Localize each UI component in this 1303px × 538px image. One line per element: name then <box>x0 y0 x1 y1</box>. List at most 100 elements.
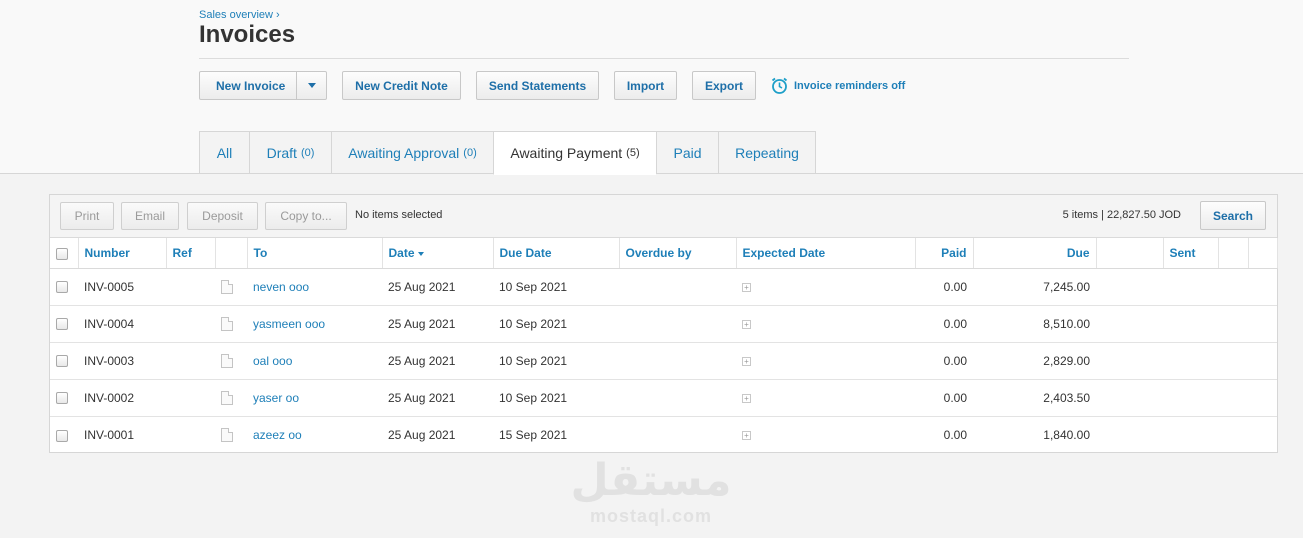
invoice-sent <box>1163 379 1218 417</box>
invoice-contact-link[interactable]: oal ooo <box>247 342 382 380</box>
invoice-ref <box>166 305 215 343</box>
invoice-overdue-by <box>619 342 736 380</box>
tab-all[interactable]: All <box>199 131 249 174</box>
tab-awaiting-approval-count: (0) <box>463 146 477 159</box>
tab-repeating[interactable]: Repeating <box>718 131 816 174</box>
invoice-number[interactable]: INV-0001 <box>78 416 166 453</box>
invoice-date: 25 Aug 2021 <box>382 268 493 306</box>
invoice-sent <box>1163 342 1218 380</box>
invoice-paid: 0.00 <box>915 305 973 343</box>
invoice-reminders-link[interactable]: Invoice reminders off <box>770 76 905 95</box>
chevron-down-icon <box>308 83 316 88</box>
column-paid[interactable]: Paid <box>915 238 974 269</box>
column-due[interactable]: Due <box>973 238 1097 269</box>
column-overdue-by[interactable]: Overdue by <box>619 238 737 269</box>
invoice-contact-link[interactable]: azeez oo <box>247 416 382 453</box>
status-tabs: All Draft (0) Awaiting Approval (0) Awai… <box>199 131 816 175</box>
invoice-contact-link[interactable]: yaser oo <box>247 379 382 417</box>
tab-draft-count: (0) <box>300 146 315 159</box>
add-expected-date-icon[interactable]: + <box>742 282 751 292</box>
invoice-due-date: 10 Sep 2021 <box>493 342 619 380</box>
invoice-number[interactable]: INV-0004 <box>78 305 166 343</box>
document-icon <box>221 428 233 443</box>
add-expected-date-icon[interactable]: + <box>742 393 751 403</box>
tab-paid-label: Paid <box>673 144 702 161</box>
row-checkbox[interactable] <box>56 281 68 294</box>
document-icon <box>221 316 233 331</box>
new-invoice-label: New Invoice <box>216 78 286 93</box>
invoice-due-date: 10 Sep 2021 <box>493 379 619 417</box>
tab-draft[interactable]: Draft (0) <box>249 131 331 174</box>
document-icon <box>221 279 233 294</box>
table-row[interactable]: INV-0002 yaser oo 25 Aug 2021 10 Sep 202… <box>50 379 1277 417</box>
tab-awaiting-approval[interactable]: Awaiting Approval (0) <box>331 131 493 174</box>
row-checkbox[interactable] <box>56 318 68 331</box>
invoice-table: Number Ref To Date Due Date Overdue by E… <box>50 238 1278 453</box>
copy-to-button[interactable]: Copy to... <box>265 202 347 230</box>
column-to[interactable]: To <box>247 238 383 269</box>
column-date[interactable]: Date <box>382 238 494 269</box>
invoice-date: 25 Aug 2021 <box>382 342 493 380</box>
invoice-due: 8,510.00 <box>973 305 1096 343</box>
invoice-contact-link[interactable]: neven ooo <box>247 268 382 306</box>
export-button[interactable]: Export <box>692 71 756 100</box>
invoice-overdue-by <box>619 305 736 343</box>
row-checkbox[interactable] <box>56 355 68 368</box>
invoice-date: 25 Aug 2021 <box>382 379 493 417</box>
invoice-date: 25 Aug 2021 <box>382 305 493 343</box>
column-extra-2 <box>1248 238 1278 269</box>
select-all-checkbox[interactable] <box>56 247 68 260</box>
invoice-overdue-by <box>619 416 736 453</box>
tab-all-label: All <box>216 144 233 161</box>
print-button[interactable]: Print <box>60 202 114 230</box>
invoice-number[interactable]: INV-0005 <box>78 268 166 306</box>
add-expected-date-icon[interactable]: + <box>742 319 751 329</box>
invoice-sent <box>1163 416 1218 453</box>
invoice-contact-link[interactable]: yasmeen ooo <box>247 305 382 343</box>
invoice-paid: 0.00 <box>943 427 967 442</box>
column-ref[interactable]: Ref <box>166 238 216 269</box>
row-checkbox[interactable] <box>56 429 68 442</box>
invoice-due: 7,245.00 <box>973 268 1096 306</box>
invoice-ref <box>166 416 215 453</box>
watermark: مستقل mostaql.com <box>551 456 751 527</box>
page-header: Sales overview › Invoices New Invoice Ne… <box>0 0 1303 175</box>
row-checkbox[interactable] <box>56 392 68 405</box>
column-date-label: Date <box>388 245 415 260</box>
add-expected-date-icon[interactable]: + <box>742 431 751 441</box>
watermark-latin: mostaql.com <box>589 506 713 526</box>
invoice-ref <box>166 268 215 306</box>
table-row[interactable]: INV-0001 azeez oo 25 Aug 2021 15 Sep 202… <box>50 416 1277 453</box>
column-number[interactable]: Number <box>78 238 167 269</box>
deposit-button[interactable]: Deposit <box>187 202 258 230</box>
invoice-paid: 0.00 <box>915 268 973 306</box>
tab-awaiting-payment-label: Awaiting Payment <box>510 145 623 161</box>
search-button[interactable]: Search <box>1200 201 1266 230</box>
tab-awaiting-payment[interactable]: Awaiting Payment (5) <box>493 131 656 175</box>
column-sent[interactable]: Sent <box>1163 238 1219 269</box>
column-due-date[interactable]: Due Date <box>493 238 620 269</box>
send-statements-button[interactable]: Send Statements <box>476 71 599 100</box>
tab-repeating-label: Repeating <box>735 144 799 161</box>
import-button[interactable]: Import <box>614 71 677 100</box>
column-expected-date[interactable]: Expected Date <box>736 238 916 269</box>
tab-paid[interactable]: Paid <box>656 131 718 174</box>
document-icon <box>221 390 233 405</box>
invoice-number[interactable]: INV-0002 <box>78 379 166 417</box>
invoice-ref <box>166 342 215 380</box>
invoice-paid: 0.00 <box>915 342 973 380</box>
invoice-paid: 0.00 <box>915 379 973 417</box>
breadcrumb[interactable]: Sales overview › <box>199 9 280 21</box>
new-credit-note-button[interactable]: New Credit Note <box>342 71 461 100</box>
invoice-due: 1,840.00 <box>1043 427 1090 442</box>
add-expected-date-icon[interactable]: + <box>742 356 751 366</box>
table-row[interactable]: INV-0004 yasmeen ooo 25 Aug 2021 10 Sep … <box>50 305 1277 343</box>
new-invoice-dropdown-button[interactable] <box>296 71 327 100</box>
email-button[interactable]: Email <box>121 202 179 230</box>
table-row[interactable]: INV-0005 neven ooo 25 Aug 2021 10 Sep 20… <box>50 268 1277 306</box>
invoice-number[interactable]: INV-0003 <box>78 342 166 380</box>
title-divider <box>199 58 1129 59</box>
watermark-arabic: مستقل <box>570 456 732 505</box>
invoice-ref <box>166 379 215 417</box>
table-row[interactable]: INV-0003 oal ooo 25 Aug 2021 10 Sep 2021… <box>50 342 1277 380</box>
